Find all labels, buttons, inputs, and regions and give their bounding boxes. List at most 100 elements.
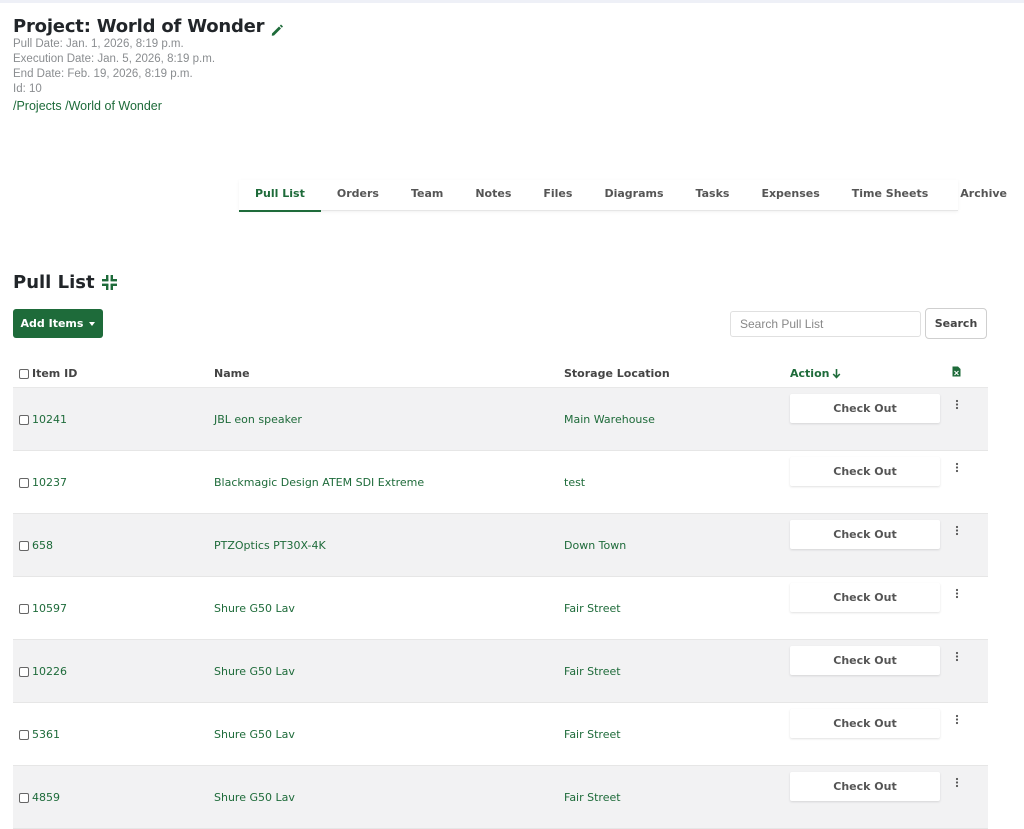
kebab-menu-icon[interactable]: [953, 462, 961, 474]
select-all-checkbox[interactable]: [19, 368, 29, 379]
compress-icon[interactable]: [101, 274, 118, 291]
add-items-label: Add Items: [20, 317, 84, 330]
table-header: Item ID Name Storage Location Action: [13, 358, 988, 388]
pencil-icon[interactable]: [270, 22, 284, 36]
item-name[interactable]: JBL eon speaker: [214, 413, 302, 426]
pull-list-heading: Pull List: [13, 272, 118, 293]
row-item-id: 10226: [19, 665, 67, 678]
add-items-button[interactable]: Add Items: [13, 309, 103, 338]
row-checkbox[interactable]: [19, 477, 29, 488]
item-name[interactable]: Shure G50 Lav: [214, 728, 295, 741]
kebab-menu-icon[interactable]: [953, 651, 961, 663]
kebab-menu-icon[interactable]: [953, 588, 961, 600]
item-name[interactable]: Shure G50 Lav: [214, 791, 295, 804]
check-out-button[interactable]: Check Out: [790, 772, 940, 801]
item-id-value[interactable]: 4859: [32, 791, 60, 804]
tab-notes[interactable]: Notes: [459, 180, 527, 210]
row-item-id: 4859: [19, 791, 60, 804]
header-storage-location[interactable]: Storage Location: [564, 367, 670, 380]
tab-archive[interactable]: Archive: [944, 180, 1023, 210]
tab-tasks[interactable]: Tasks: [680, 180, 746, 210]
storage-location[interactable]: Main Warehouse: [564, 413, 655, 426]
row-item-id: 10241: [19, 413, 67, 426]
table-row: 5361 Shure G50 Lav Fair Street Check Out: [13, 703, 988, 766]
export-excel[interactable]: [952, 366, 961, 380]
header-action-label: Action: [790, 367, 830, 380]
item-name[interactable]: Blackmagic Design ATEM SDI Extreme: [214, 476, 424, 489]
header-item-id: Item ID: [19, 367, 77, 380]
item-id-value[interactable]: 5361: [32, 728, 60, 741]
item-id-value[interactable]: 10237: [32, 476, 67, 489]
end-date: End Date: Feb. 19, 2026, 8:19 p.m.: [13, 68, 193, 80]
pull-date: Pull Date: Jan. 1, 2026, 8:19 p.m.: [13, 38, 184, 50]
section-title: Pull List: [13, 272, 95, 293]
file-excel-icon: [952, 366, 961, 377]
table-body: 10241 JBL eon speaker Main Warehouse Check …: [13, 388, 988, 829]
project-id: Id: 10: [13, 83, 42, 95]
item-id-value[interactable]: 10226: [32, 665, 67, 678]
row-checkbox[interactable]: [19, 666, 29, 677]
row-checkbox[interactable]: [19, 792, 29, 803]
table-row: 10237 Blackmagic Design ATEM SDI Extreme t…: [13, 451, 988, 514]
project-title-row: Project: World of Wonder: [13, 16, 284, 37]
tab-time-sheets[interactable]: Time Sheets: [836, 180, 945, 210]
kebab-menu-icon[interactable]: [953, 399, 961, 411]
storage-location[interactable]: test: [564, 476, 585, 489]
tab-orders[interactable]: Orders: [321, 180, 395, 210]
breadcrumb-projects[interactable]: /Projects: [13, 99, 62, 113]
item-name[interactable]: PTZOptics PT30X-4K: [214, 539, 326, 552]
row-item-id: 5361: [19, 728, 60, 741]
kebab-menu-icon[interactable]: [953, 714, 961, 726]
table-row: 10597 Shure G50 Lav Fair Street Check Out: [13, 577, 988, 640]
search-button[interactable]: Search: [925, 308, 987, 339]
storage-location[interactable]: Fair Street: [564, 728, 621, 741]
project-title: Project: World of Wonder: [13, 16, 265, 37]
check-out-button[interactable]: Check Out: [790, 394, 940, 423]
tab-diagrams[interactable]: Diagrams: [588, 180, 679, 210]
breadcrumb: /Projects /World of Wonder: [13, 99, 284, 113]
kebab-menu-icon[interactable]: [953, 525, 961, 537]
header-item-id-label: Item ID: [32, 367, 78, 380]
item-id-value[interactable]: 658: [32, 539, 53, 552]
row-item-id: 658: [19, 539, 53, 552]
item-id-value[interactable]: 10241: [32, 413, 67, 426]
check-out-button[interactable]: Check Out: [790, 646, 940, 675]
item-name[interactable]: Shure G50 Lav: [214, 665, 295, 678]
execution-date: Execution Date: Jan. 5, 2026, 8:19 p.m.: [13, 53, 216, 65]
row-item-id: 10237: [19, 476, 67, 489]
header-name[interactable]: Name: [214, 367, 250, 380]
tab-files[interactable]: Files: [527, 180, 588, 210]
storage-location[interactable]: Fair Street: [564, 665, 621, 678]
tab-pull-list[interactable]: Pull List: [239, 180, 321, 212]
storage-location[interactable]: Fair Street: [564, 602, 621, 615]
pull-list-table: Item ID Name Storage Location Action 102…: [13, 358, 988, 829]
check-out-button[interactable]: Check Out: [790, 520, 940, 549]
top-border: [0, 0, 1024, 3]
kebab-menu-icon[interactable]: [953, 777, 961, 789]
check-out-button[interactable]: Check Out: [790, 583, 940, 612]
item-name[interactable]: Shure G50 Lav: [214, 602, 295, 615]
search-input[interactable]: [730, 311, 921, 337]
breadcrumb-world-of-wonder[interactable]: /World of Wonder: [65, 99, 162, 113]
storage-location[interactable]: Down Town: [564, 539, 626, 552]
table-row: 10241 JBL eon speaker Main Warehouse Check …: [13, 388, 988, 451]
table-row: 658 PTZOptics PT30X-4K Down Town Check Out: [13, 514, 988, 577]
tab-expenses[interactable]: Expenses: [745, 180, 835, 210]
caret-down-icon: [89, 321, 96, 326]
item-id-value[interactable]: 10597: [32, 602, 67, 615]
check-out-button[interactable]: Check Out: [790, 457, 940, 486]
table-row: 4859 Shure G50 Lav Fair Street Check Out: [13, 766, 988, 829]
row-checkbox[interactable]: [19, 729, 29, 740]
arrow-down-icon: [832, 368, 841, 379]
row-checkbox[interactable]: [19, 414, 29, 425]
tab-team[interactable]: Team: [395, 180, 459, 210]
project-tabs: Pull List Orders Team Notes Files Diagra…: [239, 180, 1007, 212]
header-action[interactable]: Action: [790, 367, 841, 380]
row-checkbox[interactable]: [19, 603, 29, 614]
check-out-button[interactable]: Check Out: [790, 709, 940, 738]
row-checkbox[interactable]: [19, 540, 29, 551]
table-row: 10226 Shure G50 Lav Fair Street Check Out: [13, 640, 988, 703]
project-header: Project: World of Wonder Pull Date: Jan.…: [13, 16, 284, 113]
row-item-id: 10597: [19, 602, 67, 615]
storage-location[interactable]: Fair Street: [564, 791, 621, 804]
